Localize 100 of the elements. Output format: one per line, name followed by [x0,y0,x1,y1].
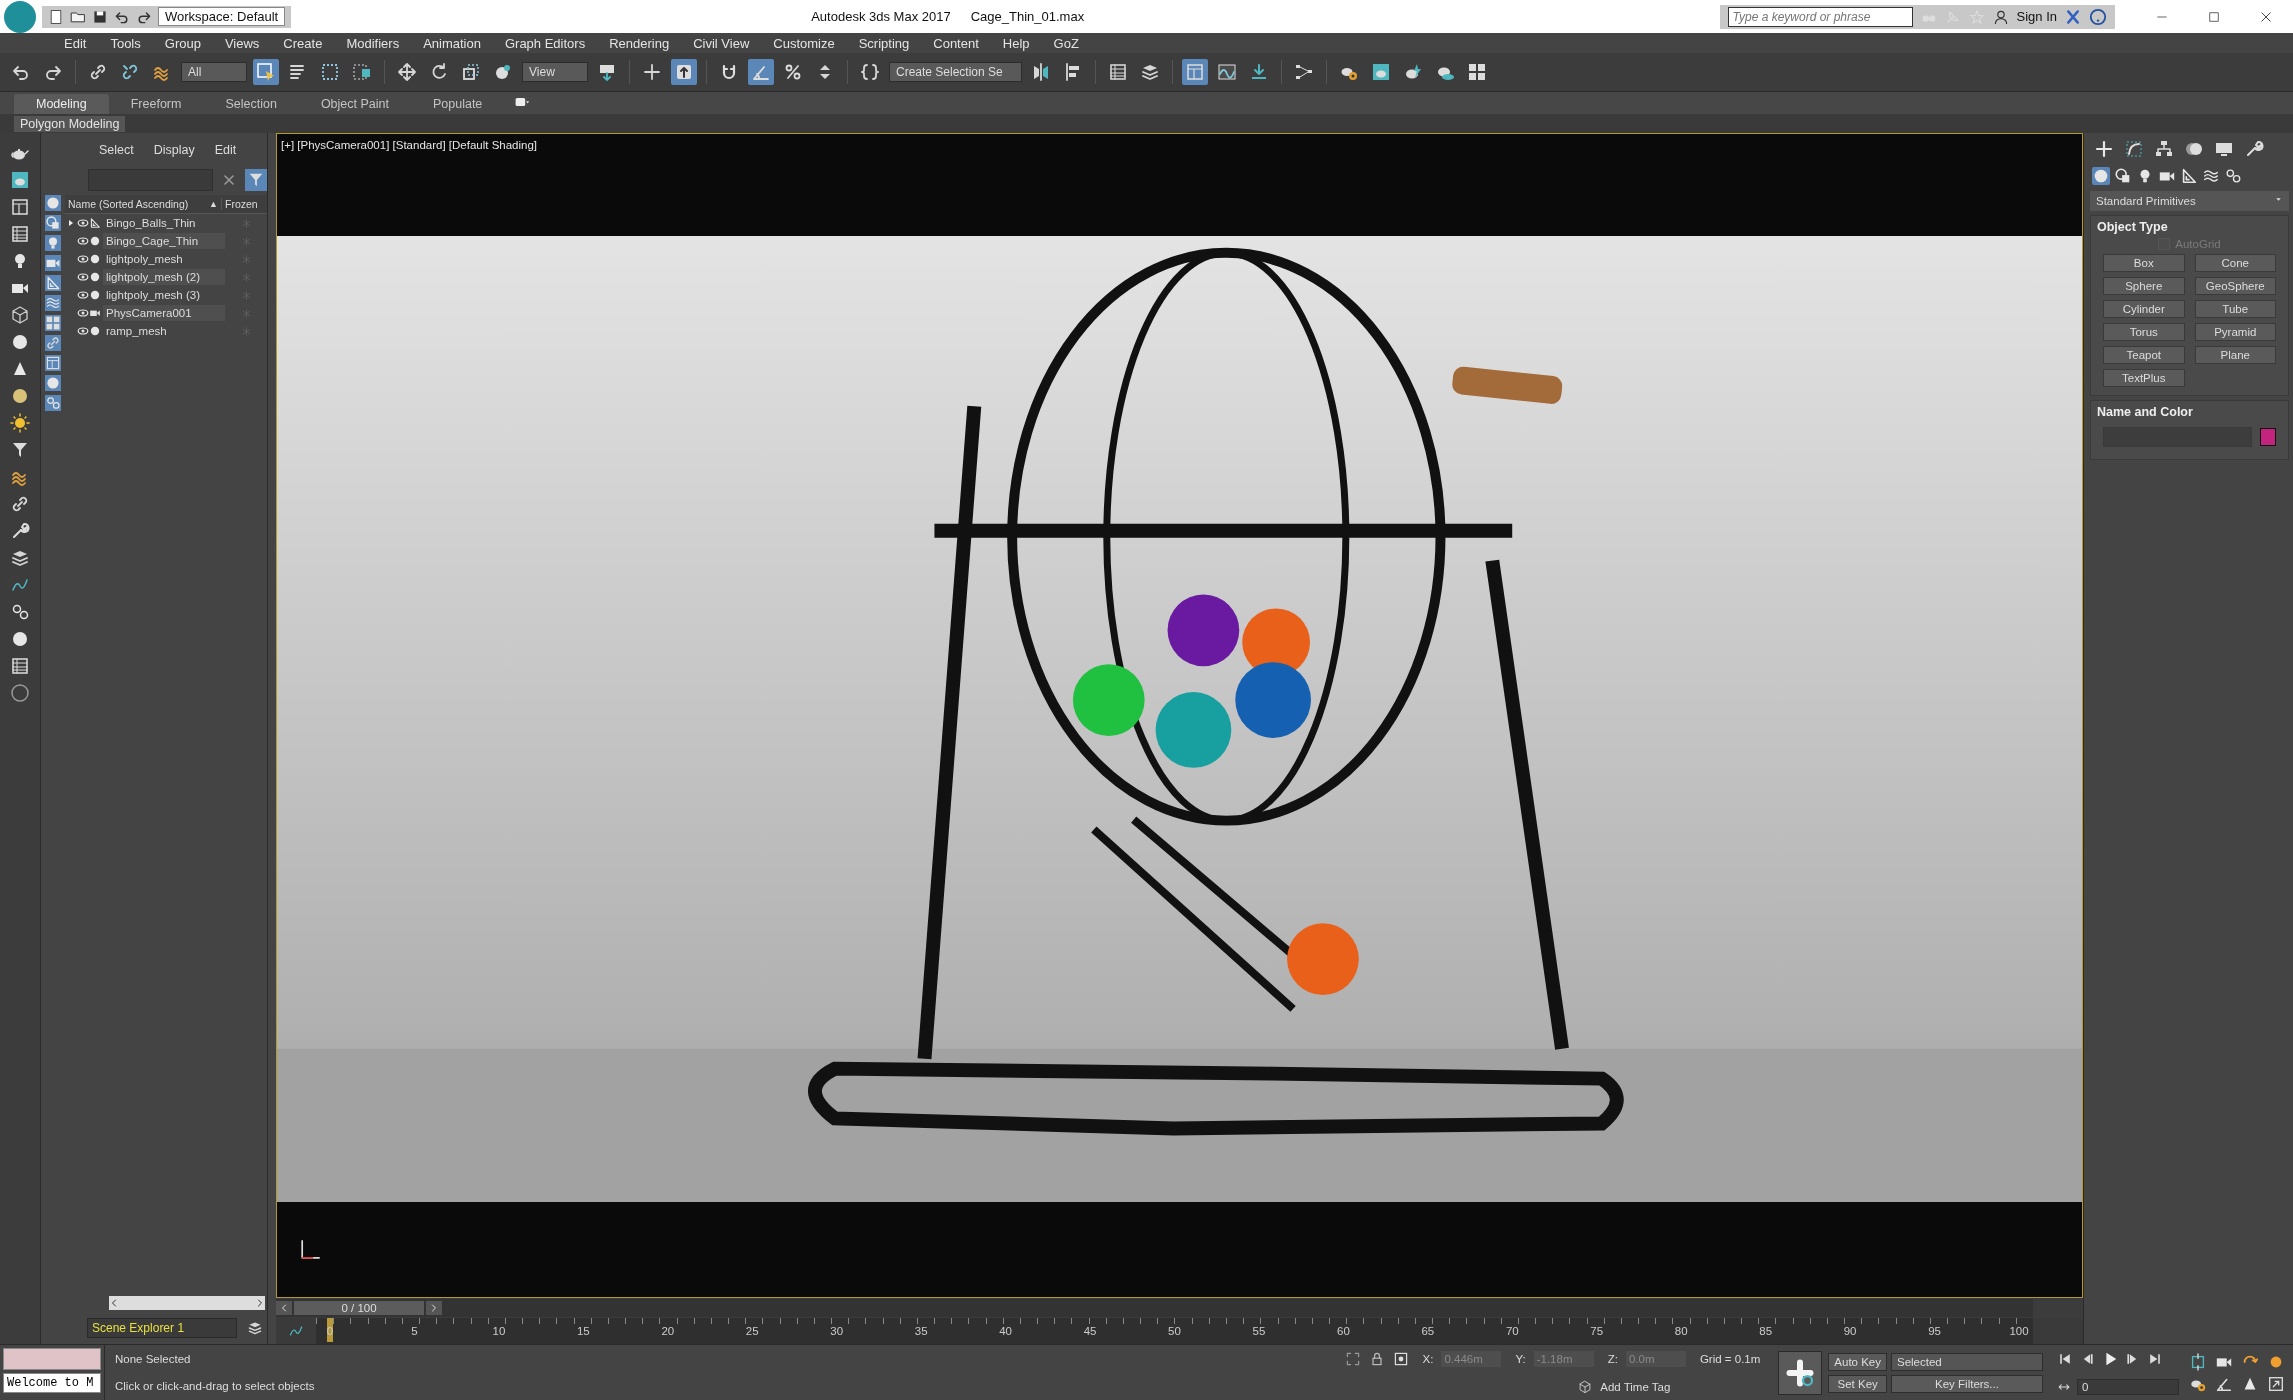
save-icon[interactable] [92,8,108,25]
primitive-button[interactable]: Plane [2194,346,2276,364]
set-key-button[interactable] [1778,1350,1823,1395]
object-name[interactable]: lightpoly_mesh (2) [103,269,225,285]
explorer-menu-item[interactable]: Select [99,143,134,169]
placement-icon[interactable] [493,62,513,82]
link-icon[interactable] [10,494,30,514]
gears-icon[interactable] [10,602,30,622]
layers-icon[interactable] [10,548,30,568]
primitive-button[interactable]: TextPlus [2103,369,2185,387]
maximize-icon[interactable] [2207,9,2221,24]
menu-item[interactable]: Views [212,35,272,51]
table-icon[interactable] [10,656,30,676]
track-bar[interactable]: 0 5 10 15 20 25 30 35 40 45 50 55 60 65 70 75 80 85 90 95 100 [316,1318,2033,1344]
object-name[interactable]: ramp_mesh [103,323,225,339]
set-key-mode-button[interactable]: Set Key [1828,1374,1887,1393]
key-filters-button[interactable]: Key Filters... [1891,1374,2043,1393]
menu-item[interactable]: Tools [98,35,153,51]
key-mode-dropdown[interactable]: Selected [1891,1352,2043,1371]
crosshair-icon[interactable] [642,62,662,82]
gears-icon[interactable] [2224,167,2242,185]
waves-icon[interactable] [2202,167,2220,185]
rollout-title[interactable]: Object Type [2097,220,2282,234]
primitive-button[interactable]: Sphere [2103,277,2185,295]
pivot-icon[interactable] [597,62,617,82]
scale-icon[interactable] [461,62,481,82]
unlink-icon[interactable] [120,62,140,82]
clear-icon[interactable] [221,172,237,188]
plus-icon[interactable] [2094,139,2114,159]
maximize-icon[interactable] [2267,1374,2285,1393]
search-field[interactable]: Type a keyword or phrase [1727,6,1913,27]
object-name[interactable]: PhysCamera001 [103,305,225,321]
object-name[interactable]: Bingo_Balls_Thin [103,215,225,231]
workspace-dropdown[interactable]: Workspace: Default [158,7,286,26]
explorer-menu-item[interactable]: Display [153,143,195,169]
window-crossing-icon[interactable] [352,62,372,82]
help-icon[interactable] [2089,7,2107,26]
close-icon[interactable] [2259,9,2273,24]
shortcut-toggle-icon[interactable] [674,62,694,82]
chevron-right-icon[interactable] [255,1298,265,1308]
wrench-icon[interactable] [10,521,30,541]
curve-editor-icon[interactable] [288,1323,304,1339]
render-window-icon[interactable] [10,170,30,190]
zoom-extents-icon[interactable] [2189,1352,2207,1371]
triangle-ruler-icon[interactable] [2180,167,2198,185]
color-swatch[interactable] [2260,428,2276,446]
auto-key-button[interactable]: Auto Key [1828,1352,1887,1371]
menu-item[interactable]: Civil View [681,35,762,51]
menu-item[interactable]: Customize [761,35,847,51]
sun-icon[interactable] [10,413,30,433]
ribbon-tab[interactable]: Freeform [108,94,204,114]
render-window-icon[interactable] [1370,62,1391,82]
ribbon-tab[interactable]: Populate [410,94,505,114]
primitive-button[interactable]: Tube [2194,300,2276,318]
add-time-tag[interactable]: Add Time Tag [1600,1380,1671,1393]
column-header[interactable]: Frozen [221,198,267,210]
chevron-left-icon[interactable] [109,1298,119,1308]
hierarchy-icon[interactable] [2154,139,2174,159]
curve-editor-icon[interactable] [1216,62,1237,82]
move-icon[interactable] [397,62,417,82]
menu-item[interactable]: Group [152,35,213,51]
grid-panel-icon[interactable] [10,224,30,244]
maxscript-output[interactable]: Welcome to M [3,1373,101,1393]
table-icon[interactable] [1107,62,1128,82]
selection-set-dropdown[interactable]: Create Selection Se [889,62,1022,82]
primitive-button[interactable]: Teapot [2103,346,2185,364]
isolate-icon[interactable] [1344,1351,1361,1368]
time-slider-track[interactable]: 0 / 100 [276,1299,2033,1317]
ribbon-tab[interactable]: Object Paint [298,94,411,114]
sphere-icon[interactable] [10,629,30,649]
primitive-button[interactable]: GeoSphere [2194,277,2276,295]
grid-icon[interactable] [1466,62,1487,82]
menu-item[interactable]: Edit [52,35,99,51]
object-name[interactable]: lightpoly_mesh [103,251,225,267]
wrench-icon[interactable] [2244,139,2264,159]
select-icon[interactable] [256,62,276,82]
cube-icon[interactable] [1578,1379,1593,1394]
layers-icon[interactable] [247,1320,263,1336]
layers-icon[interactable] [1139,62,1160,82]
spheres-icon[interactable] [2114,167,2132,185]
exchange-icon[interactable] [2065,8,2081,25]
bend-icon[interactable] [2124,139,2144,159]
time-slider-thumb[interactable]: 0 / 100 [294,1301,424,1315]
ribbon-tab[interactable]: Modeling [14,94,109,114]
sphere-icon[interactable] [10,332,30,352]
menu-item[interactable]: Graph Editors [492,35,598,51]
next-frame-button[interactable] [426,1301,442,1315]
ribbon-tab[interactable]: Selection [203,94,299,114]
question-icon[interactable] [10,683,30,703]
schematic-icon[interactable] [1293,62,1314,82]
explorer-name-dropdown[interactable]: Scene Explorer 1 [87,1318,237,1338]
link-icon[interactable] [88,62,108,82]
menu-item[interactable]: Animation [411,35,493,51]
current-frame-field[interactable]: 0 [2077,1378,2179,1395]
menu-item[interactable]: Scripting [846,35,922,51]
new-file-icon[interactable] [48,8,64,25]
menu-item[interactable]: Rendering [597,35,682,51]
ribbon-panel-label[interactable]: Polygon Modeling [14,115,126,132]
primitive-button[interactable]: Cone [2194,254,2276,272]
menu-item[interactable]: Help [990,35,1042,51]
